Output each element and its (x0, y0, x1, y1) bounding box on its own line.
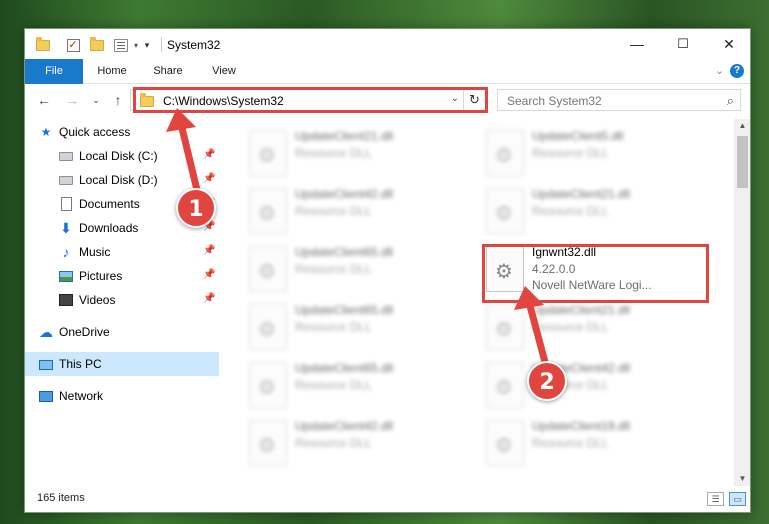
sidebar-item-this-pc[interactable]: This PC (25, 352, 219, 376)
network-icon (39, 391, 53, 402)
back-button[interactable]: ← (35, 90, 53, 110)
recent-locations-icon[interactable]: ⌄ (87, 90, 105, 110)
tab-view[interactable]: View (199, 59, 249, 84)
list-item[interactable]: UpdateClient65.dll Resource DLL (249, 358, 469, 416)
vertical-scrollbar[interactable]: ▲ ▼ (734, 119, 750, 486)
dll-file-icon (249, 304, 287, 350)
title-bar: ✓ ▾ ▾ System32 — ☐ ✕ (25, 29, 750, 59)
properties-checkbox-icon[interactable]: ✓ (65, 37, 81, 53)
sidebar-item-onedrive[interactable]: ☁ OneDrive (25, 320, 219, 344)
star-icon: ★ (40, 125, 52, 139)
refresh-icon[interactable]: ↻ (463, 90, 485, 110)
scroll-down-icon[interactable]: ▼ (734, 472, 750, 486)
address-path[interactable]: C:\Windows\System32 (163, 94, 284, 108)
list-item[interactable]: UpdateClient21.dll Resource DLL (486, 184, 706, 242)
dll-file-icon (249, 188, 287, 234)
file-name: Ignwnt32.dll (532, 245, 597, 259)
help-icon[interactable]: ? (730, 64, 744, 78)
step-1-badge: 1 (176, 188, 216, 228)
pictures-icon (59, 271, 73, 282)
dll-file-icon (249, 246, 287, 292)
properties-dropdown-icon[interactable]: ▾ (131, 37, 141, 53)
address-bar[interactable]: C:\Windows\System32 ⌄ ↻ (130, 89, 486, 111)
navigation-bar: ← → ⌄ ↑ C:\Windows\System32 ⌄ ↻ Search S… (25, 84, 750, 116)
drive-icon (59, 176, 73, 185)
status-bar: 165 items ☰ ▭ (25, 486, 750, 512)
list-item[interactable]: UpdateClient21.dll Resource DLL (249, 126, 469, 184)
list-item[interactable]: UpdateClient42.dll Resource DLL (249, 416, 469, 474)
document-icon (61, 197, 72, 211)
dll-file-icon (486, 304, 524, 350)
list-item[interactable]: UpdateClient65.dll Resource DLL (249, 242, 469, 300)
dll-file-icon (486, 188, 524, 234)
search-input[interactable]: Search System32 ⌕ (497, 89, 741, 111)
sidebar-item-network[interactable]: Network (25, 384, 219, 408)
pin-icon[interactable]: 📌 (203, 269, 215, 280)
pin-icon[interactable]: 📌 (203, 293, 215, 304)
forward-button[interactable]: → (63, 90, 81, 110)
close-button[interactable]: ✕ (706, 29, 750, 59)
up-button[interactable]: ↑ (109, 90, 127, 110)
list-item[interactable]: UpdateClient42.dll Resource DLL (486, 358, 706, 416)
cloud-icon: ☁ (39, 324, 53, 340)
list-item[interactable]: UpdateClient5.dll Resource DLL (486, 126, 706, 184)
minimize-button[interactable]: — (614, 29, 660, 59)
file-explorer-window: ✓ ▾ ▾ System32 — ☐ ✕ File Home Share Vie… (24, 28, 751, 513)
details-view-icon[interactable]: ☰ (707, 492, 724, 506)
scroll-up-icon[interactable]: ▲ (734, 119, 750, 133)
tiles-view-icon[interactable]: ▭ (729, 492, 746, 506)
dll-file-icon (249, 130, 287, 176)
expand-ribbon-icon[interactable]: ⌄ (715, 64, 724, 77)
dll-file-icon (486, 130, 524, 176)
list-item[interactable]: UpdateClient42.dll Resource DLL (249, 184, 469, 242)
tab-file[interactable]: File (25, 59, 83, 84)
pin-icon[interactable]: 📌 (203, 173, 215, 184)
music-icon: ♪ (62, 244, 70, 260)
folder-icon (35, 36, 51, 53)
tab-share[interactable]: Share (143, 59, 193, 84)
title-separator (161, 37, 162, 52)
sidebar-item-music[interactable]: ♪ Music 📌 (25, 240, 219, 264)
sidebar-item-videos[interactable]: Videos 📌 (25, 288, 219, 312)
pin-icon[interactable]: 📌 (203, 149, 215, 160)
highlighted-file-ignwnt32[interactable]: Ignwnt32.dll 4.22.0.0 Novell NetWare Log… (486, 242, 706, 300)
dll-file-icon (486, 362, 524, 408)
pin-icon[interactable]: 📌 (203, 245, 215, 256)
file-list: UpdateClient21.dll Resource DLL UpdateCl… (229, 116, 732, 486)
list-item[interactable]: UpdateClient65.dll Resource DLL (249, 300, 469, 358)
dll-file-icon (249, 362, 287, 408)
properties-icon[interactable] (111, 37, 131, 53)
sidebar-item-local-disk-c[interactable]: Local Disk (C:) 📌 (25, 144, 219, 168)
dll-file-icon (249, 420, 287, 466)
tab-home[interactable]: Home (87, 59, 137, 84)
drive-icon (59, 152, 73, 161)
download-icon: ⬇ (60, 220, 72, 236)
file-description: Novell NetWare Logi... (532, 278, 652, 292)
maximize-button[interactable]: ☐ (660, 29, 706, 59)
search-placeholder: Search System32 (507, 94, 602, 108)
list-item[interactable]: UpdateClient19.dll Resource DLL (486, 416, 706, 474)
address-folder-icon (140, 93, 154, 107)
new-folder-icon[interactable] (89, 36, 105, 53)
customize-toolbar-icon[interactable]: ▾ (141, 37, 153, 53)
address-dropdown-icon[interactable]: ⌄ (451, 93, 459, 104)
computer-icon (39, 360, 53, 370)
sidebar-item-pictures[interactable]: Pictures 📌 (25, 264, 219, 288)
dll-file-icon (486, 420, 524, 466)
dll-file-icon (486, 246, 524, 292)
search-icon[interactable]: ⌕ (727, 93, 734, 109)
item-count: 165 items (37, 492, 85, 504)
ribbon: File Home Share View ⌄ ? (25, 59, 750, 84)
list-item[interactable]: UpdateClient21.dll Resource DLL (486, 300, 706, 358)
navigation-pane: ★ Quick access Local Disk (C:) 📌 Local D… (25, 116, 219, 486)
file-version: 4.22.0.0 (532, 262, 576, 276)
step-2-badge: 2 (527, 361, 567, 401)
video-icon (59, 294, 73, 306)
sidebar-item-quick-access[interactable]: ★ Quick access (25, 120, 219, 144)
window-title: System32 (167, 38, 221, 52)
scroll-thumb[interactable] (737, 136, 748, 188)
